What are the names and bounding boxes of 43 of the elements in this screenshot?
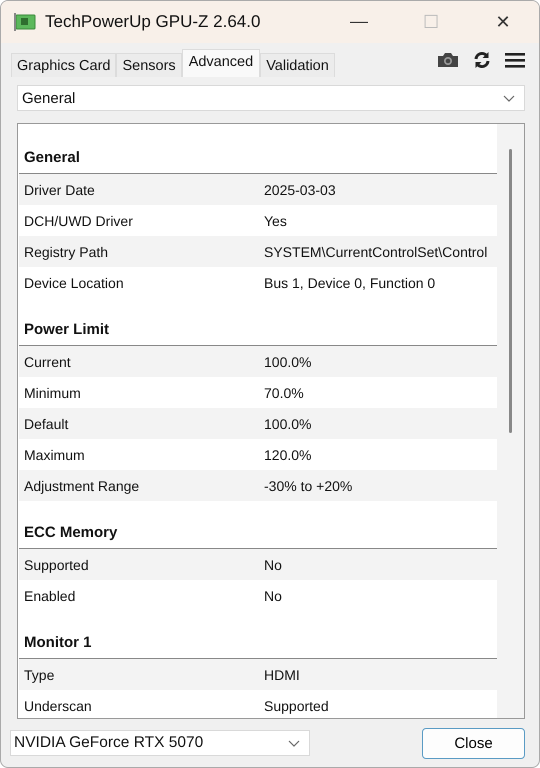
gpu-dropdown[interactable]: NVIDIA GeForce RTX 5070 <box>10 730 310 756</box>
chevron-down-icon <box>503 94 515 102</box>
tab[interactable]: Sensors <box>116 53 182 77</box>
property-label: Enabled <box>23 588 76 604</box>
property-label: Device Location <box>23 274 125 290</box>
property-label: Default <box>23 416 70 432</box>
property-value: Yes <box>264 212 287 228</box>
property-value: 70.0% <box>264 384 304 400</box>
minimize-button[interactable]: — <box>323 11 395 33</box>
property-value: 100.0% <box>264 416 312 432</box>
property-label: Driver Date <box>23 182 96 198</box>
property-label: Adjustment Range <box>23 478 140 494</box>
property-value: -30% to +20% <box>264 478 352 494</box>
menu-icon[interactable] <box>505 52 525 68</box>
close-window-button[interactable]: ✕ <box>467 11 539 33</box>
window-title: TechPowerUp GPU-Z 2.64.0 <box>45 12 260 32</box>
tab[interactable]: Validation <box>260 53 335 77</box>
category-dropdown[interactable]: General <box>17 85 525 111</box>
chevron-down-icon <box>288 740 300 746</box>
property-label: Maximum <box>23 446 86 462</box>
close-button[interactable]: Close <box>422 728 525 758</box>
property-label: Supported <box>23 556 90 572</box>
property-label: Type <box>23 666 56 682</box>
property-label: DCH/UWD Driver <box>23 212 134 228</box>
camera-icon[interactable] <box>437 52 459 68</box>
property-value: No <box>264 588 282 604</box>
property-value: No <box>264 556 282 572</box>
graphics-card-icon <box>14 13 36 31</box>
property-value: 120.0% <box>264 446 312 462</box>
property-label: Minimum <box>23 384 82 400</box>
property-value: Bus 1, Device 0, Function 0 <box>264 274 436 290</box>
property-value: HDMI <box>264 666 300 682</box>
property-value: Supported <box>264 698 329 714</box>
property-value: SYSTEM\CurrentControlSet\Control <box>264 244 488 260</box>
property-label: Current <box>23 354 72 370</box>
scrollbar-thumb[interactable] <box>509 149 512 433</box>
refresh-icon[interactable] <box>473 51 491 69</box>
property-label: Underscan <box>23 698 93 714</box>
tab[interactable]: Graphics Card <box>11 53 116 77</box>
property-value: 100.0% <box>264 354 312 370</box>
tab[interactable]: Advanced <box>182 49 260 77</box>
property-value: 2025-03-03 <box>264 182 336 198</box>
property-label: Registry Path <box>23 244 110 260</box>
